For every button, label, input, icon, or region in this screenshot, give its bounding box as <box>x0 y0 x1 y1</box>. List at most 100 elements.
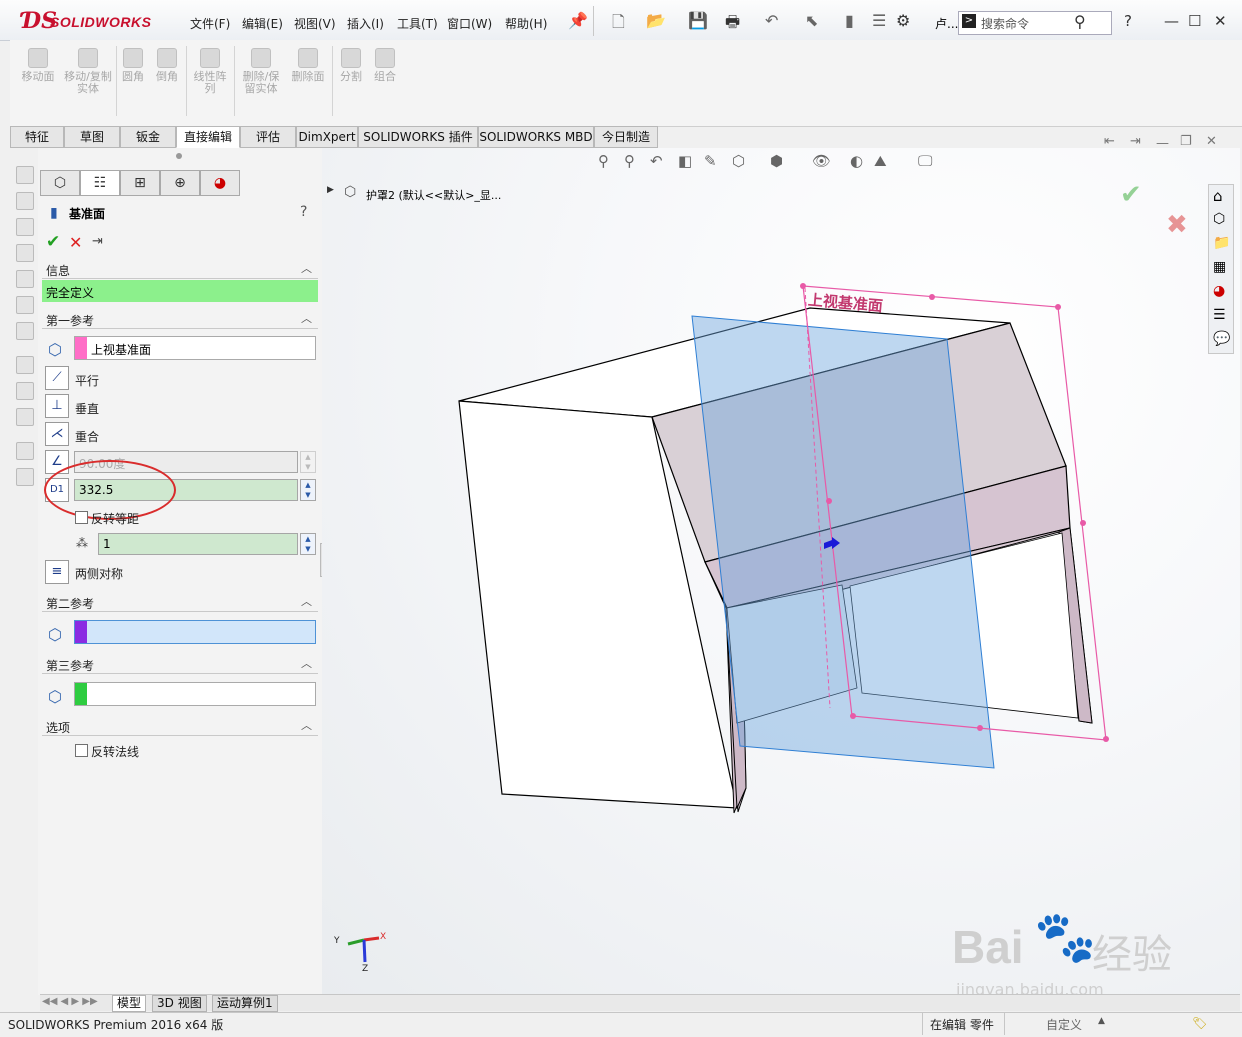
angle-spinner[interactable]: ▲ ▼ <box>300 451 316 473</box>
edit-appearance-icon[interactable]: ◐ <box>850 152 863 170</box>
feature-icon-7[interactable] <box>16 322 34 340</box>
apply-scene-icon[interactable]: ⛰ <box>874 152 887 170</box>
panel-grip-icon[interactable] <box>176 153 182 159</box>
menu-help[interactable]: 帮助(H) <box>505 15 547 32</box>
pin-icon[interactable]: 📌 <box>568 11 588 30</box>
tab-dimxpert[interactable]: DimXpert <box>296 126 358 148</box>
feature-icon-5[interactable] <box>16 270 34 288</box>
new-document-icon[interactable]: 🗋 <box>612 11 625 38</box>
display-manager-tab[interactable]: ◕ <box>200 170 240 196</box>
save-icon[interactable]: 💾 <box>688 11 708 30</box>
home-icon[interactable]: ⌂ <box>1213 187 1223 205</box>
previous-view-icon[interactable]: ↶ <box>650 152 663 170</box>
tab-solidworks-addins[interactable]: SOLIDWORKS 插件 <box>358 126 478 148</box>
parallel-icon[interactable]: ⟋ <box>45 366 69 390</box>
collapse-chevron-icon[interactable]: ︿ <box>301 260 312 276</box>
file-properties-icon[interactable]: ☰ <box>872 11 886 30</box>
collapse-chevron-icon[interactable]: ︿ <box>301 655 312 671</box>
menu-tools[interactable]: 工具(T) <box>397 15 438 32</box>
options-header[interactable]: 选项 ︿ <box>42 717 318 736</box>
feature-icon-6[interactable] <box>16 296 34 314</box>
combine-button[interactable]: 组合 <box>370 48 400 83</box>
dynamic-annotation-icon[interactable]: ✎ <box>704 152 717 170</box>
first-reference-header[interactable]: 第一参考 ︿ <box>42 310 318 329</box>
linear-pattern-button[interactable]: 线性阵列 <box>190 48 230 95</box>
search-commands-box[interactable]: > 搜索命令 <box>958 11 1112 35</box>
ok-check-icon[interactable]: ✔ <box>46 232 60 252</box>
tab-3d-view[interactable]: 3D 视图 <box>152 995 207 1012</box>
graphics-area[interactable]: 上视基准面 ✔ ✖ ▶ ⬡ 护罩2 (默认<<默认>_显... Y X Z Ba… <box>322 134 1240 999</box>
confirm-check-icon[interactable]: ✔ <box>1120 180 1142 210</box>
menu-edit[interactable]: 编辑(E) <box>242 15 283 32</box>
flip-normal-checkbox[interactable] <box>75 744 88 757</box>
tab-evaluate[interactable]: 评估 <box>240 126 296 148</box>
instances-input[interactable]: 1 <box>98 533 298 555</box>
doc-close-button[interactable]: ✕ <box>1206 134 1217 149</box>
expand-tree-icon[interactable]: ▶ <box>327 185 334 195</box>
menu-file[interactable]: 文件(F) <box>190 15 230 32</box>
feature-icon-9[interactable] <box>16 382 34 400</box>
view-orientation-icon[interactable]: ⬡ <box>732 152 745 170</box>
doc-right-icon[interactable]: ⇥ <box>1130 134 1141 149</box>
third-reference-header[interactable]: 第三参考 ︿ <box>42 655 318 674</box>
zoom-to-area-icon[interactable]: ⚲ <box>624 152 635 170</box>
tab-model[interactable]: 模型 <box>112 995 147 1012</box>
pm-help-icon[interactable]: ? <box>300 204 307 220</box>
traffic-light-icon[interactable]: ▮ <box>845 11 854 30</box>
chamfer-button[interactable]: 倒角 <box>152 48 182 83</box>
tab-manufacturing[interactable]: 今日制造 <box>594 126 658 148</box>
first-reference-selection[interactable]: 上视基准面 <box>74 336 316 360</box>
view-palette-icon[interactable]: ▦ <box>1213 259 1226 275</box>
tab-direct-editing[interactable]: 直接编辑 <box>176 126 240 148</box>
doc-minimize-button[interactable]: — <box>1156 136 1169 151</box>
third-reference-selection[interactable] <box>74 682 316 706</box>
split-button[interactable]: 分割 <box>336 48 366 83</box>
feature-manager-tab[interactable]: ⬡ <box>40 170 80 196</box>
feature-icon-2[interactable] <box>16 192 34 210</box>
feature-icon-11[interactable] <box>16 442 34 460</box>
tab-sketch[interactable]: 草图 <box>64 126 120 148</box>
close-button[interactable]: ✕ <box>1214 12 1227 30</box>
doc-left-icon[interactable]: ⇤ <box>1104 134 1115 149</box>
collapse-chevron-icon[interactable]: ︿ <box>301 593 312 609</box>
tab-sheet-metal[interactable]: 钣金 <box>120 126 176 148</box>
collapse-chevron-icon[interactable]: ︿ <box>301 310 312 326</box>
truncated-label[interactable]: 卢... <box>935 15 958 32</box>
feature-icon-1[interactable] <box>16 166 34 184</box>
appearances-icon[interactable]: ◕ <box>1213 283 1225 299</box>
units-selector[interactable]: 自定义 <box>1046 1016 1082 1033</box>
delete-keep-body-button[interactable]: 删除/保留实体 <box>238 48 284 95</box>
view-settings-icon[interactable]: 🖵 <box>918 152 932 170</box>
collapse-chevron-icon[interactable]: ︿ <box>301 717 312 733</box>
mid-plane-icon[interactable]: ≡ <box>45 560 69 584</box>
file-explorer-icon[interactable]: 📁 <box>1213 235 1230 251</box>
minimize-button[interactable]: — <box>1164 12 1179 30</box>
display-style-icon[interactable]: ⬢ <box>770 152 783 170</box>
tab-features[interactable]: 特征 <box>10 126 64 148</box>
design-library-icon[interactable]: ⬡ <box>1213 211 1225 227</box>
feature-icon-12[interactable] <box>16 468 34 486</box>
part-tree-label[interactable]: 护罩2 (默认<<默认>_显... <box>366 187 501 203</box>
zoom-to-fit-icon[interactable]: ⚲ <box>598 152 609 170</box>
confirm-cancel-icon[interactable]: ✖ <box>1166 210 1188 240</box>
pushpin-icon[interactable]: ⇥ <box>92 234 103 249</box>
tab-solidworks-mbd[interactable]: SOLIDWORKS MBD <box>478 126 594 148</box>
solidworks-logo[interactable]: ƊS SOLIDWORKS <box>20 8 160 34</box>
menu-view[interactable]: 视图(V) <box>294 15 336 32</box>
select-arrow-icon[interactable]: ⬉ <box>805 11 818 30</box>
hide-show-icon[interactable]: 👁 <box>812 152 831 170</box>
info-section-header[interactable]: 信息 ︿ <box>42 260 318 279</box>
menu-window[interactable]: 窗口(W) <box>447 15 492 32</box>
options-gear-icon[interactable]: ⚙ <box>896 11 910 30</box>
feature-icon-10[interactable] <box>16 408 34 426</box>
fillet-button[interactable]: 圆角 <box>120 48 146 83</box>
search-input[interactable]: 搜索命令 <box>981 15 1029 32</box>
search-icon[interactable]: ⚲ <box>1074 12 1086 31</box>
move-face-button[interactable]: 移动面 <box>16 48 60 83</box>
instances-spinner[interactable]: ▲ ▼ <box>300 533 316 555</box>
forum-icon[interactable]: 💬 <box>1213 331 1230 347</box>
help-icon[interactable]: ? <box>1124 12 1132 30</box>
section-view-icon[interactable]: ◧ <box>678 152 692 170</box>
flip-offset-checkbox[interactable] <box>75 511 88 524</box>
coincident-icon[interactable]: ⋌ <box>45 422 69 446</box>
